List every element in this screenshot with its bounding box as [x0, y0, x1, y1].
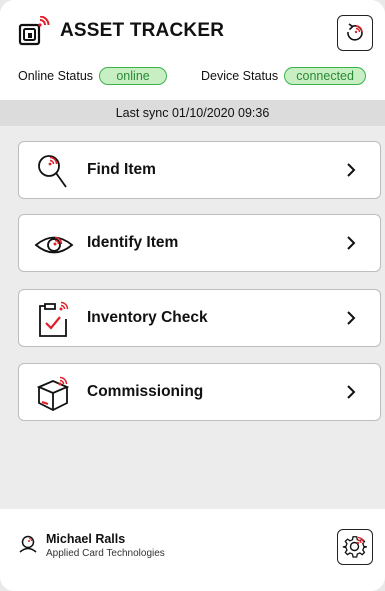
find-item-button[interactable]: Find Item [18, 141, 381, 199]
online-status-badge: online [99, 67, 168, 85]
commissioning-button[interactable]: Commissioning [18, 363, 381, 421]
identify-item-label: Identify Item [87, 234, 179, 251]
device-status-badge: connected [284, 67, 367, 85]
chevron-right-icon [347, 236, 356, 250]
app-screen: ASSET TRACKER Online Status online Devic… [0, 0, 385, 591]
last-sync-bar: Last sync 01/10/2020 09:36 [0, 100, 385, 126]
user-name: Michael Ralls [46, 532, 126, 546]
device-status-label: Device Status [201, 69, 279, 83]
app-title: ASSET TRACKER [60, 20, 225, 41]
eye-icon [34, 236, 74, 254]
gear-icon [342, 536, 367, 558]
tag-wireless-icon [18, 16, 50, 46]
online-status: Online Status online [18, 66, 168, 86]
find-item-label: Find Item [87, 161, 156, 178]
settings-button[interactable] [337, 529, 373, 565]
device-status: Device Status connected [201, 66, 367, 86]
chevron-right-icon [347, 385, 356, 399]
identify-item-button[interactable]: Identify Item [18, 214, 381, 272]
magnifier-icon [38, 155, 67, 188]
sync-button[interactable] [337, 15, 373, 51]
online-status-label: Online Status [18, 69, 94, 83]
commissioning-label: Commissioning [87, 383, 204, 400]
refresh-wireless-icon [347, 23, 363, 41]
user-icon [19, 535, 37, 553]
inventory-check-label: Inventory Check [87, 309, 208, 326]
app-footer: Michael Ralls Applied Card Technologies [0, 509, 385, 591]
chevron-right-icon [347, 163, 356, 177]
box-icon [36, 376, 70, 412]
inventory-check-button[interactable]: Inventory Check [18, 289, 381, 347]
clipboard-check-icon [39, 301, 69, 337]
user-organization: Applied Card Technologies [46, 548, 165, 559]
app-header: ASSET TRACKER Online Status online Devic… [0, 0, 385, 100]
chevron-right-icon [347, 311, 356, 325]
